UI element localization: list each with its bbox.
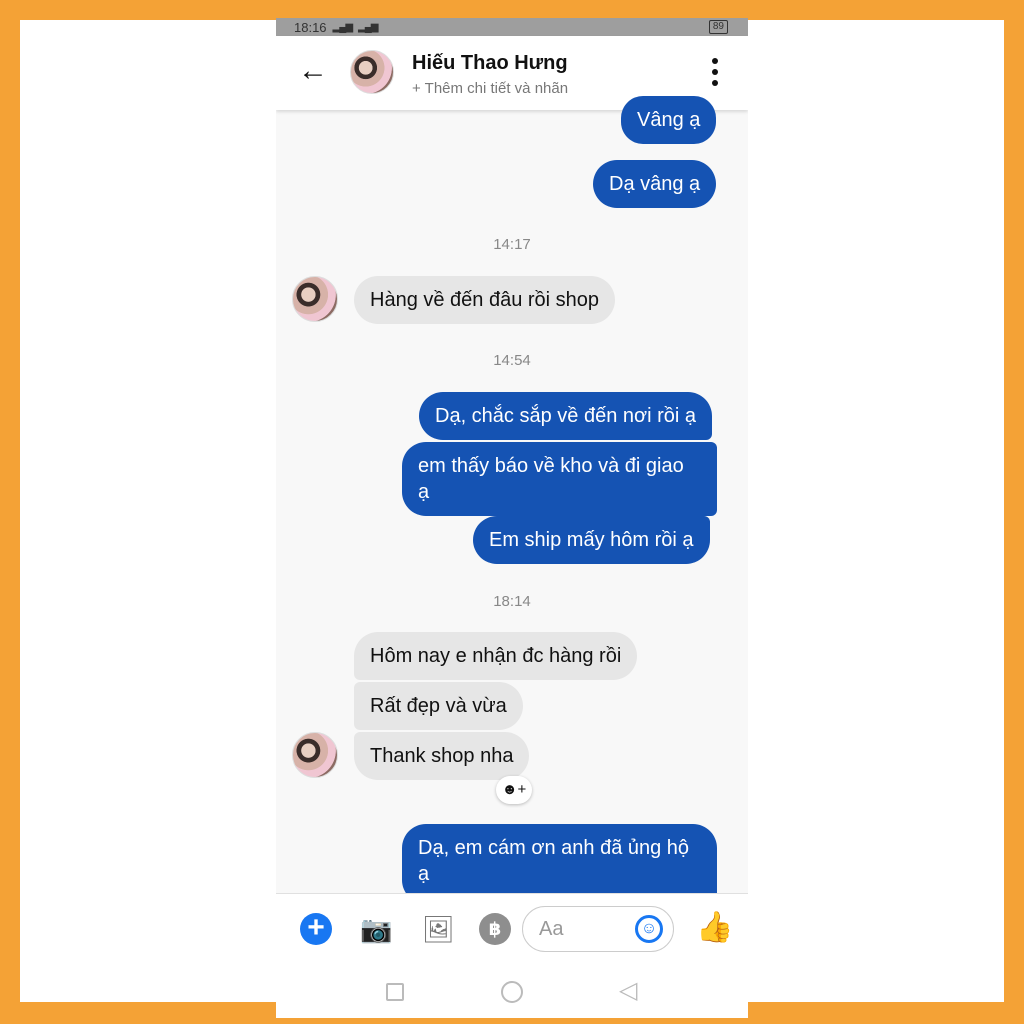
message-line: ạ [418,481,430,503]
payment-icon[interactable]: ฿ [479,913,511,945]
message-incoming[interactable]: Rất đẹp và vừa [354,682,523,730]
sender-avatar[interactable] [292,276,338,322]
thumbs-up-icon[interactable]: 👍 [696,910,733,945]
back-arrow-icon[interactable]: ← [298,54,328,88]
contact-name[interactable]: Hiếu Thao Hưng [412,52,568,75]
phone-screen: 18:16 ▂▄▆ ▂▄▆ 89 ← Hiếu Thao Hưng + Thêm… [276,18,748,1018]
message-outgoing[interactable]: em thấy báo về kho và đi giao ạ [402,442,717,516]
message-outgoing[interactable]: Em ship mấy hôm rồi ạ [473,516,710,564]
signal-icon: ▂▄▆ [332,21,353,33]
message-incoming[interactable]: Hàng về đến đâu rồi shop [354,276,616,324]
plus-icon[interactable]: + [300,913,332,945]
home-icon[interactable] [501,981,523,1003]
image-icon[interactable]: 🖼 [422,913,455,945]
message-composer: + 📷 🖼 ฿ Aa ☺ 👍 [276,893,748,963]
signal-icon-2: ▂▄▆ [358,21,378,33]
more-options-icon[interactable] [712,58,718,91]
message-line: ạ [418,863,430,885]
back-triangle-icon[interactable]: ◁ [619,978,637,1004]
message-line: Dạ, em cám ơn anh đã ủng hộ [418,837,690,859]
status-bar: 18:16 ▂▄▆ ▂▄▆ 89 [276,18,748,36]
timestamp: 14:17 [493,236,531,253]
message-outgoing[interactable]: Vâng ạ [621,96,717,144]
add-details-link[interactable]: + Thêm chi tiết và nhãn [412,80,568,97]
message-outgoing[interactable]: Dạ, em cám ơn anh đã ủng hộ ạ [402,824,717,904]
sender-avatar[interactable] [292,732,338,778]
status-time: 18:16 [294,19,327,35]
message-placeholder: Aa [539,918,564,940]
emoji-icon[interactable]: ☺ [635,915,663,943]
message-outgoing[interactable]: Dạ vâng ạ [593,160,717,208]
add-reaction-icon[interactable]: ☻+ [496,776,532,804]
contact-avatar[interactable] [350,50,394,94]
message-incoming[interactable]: Hôm nay e nhận đc hàng rồi [354,632,638,680]
android-nav-bar: ◁ [276,963,748,1018]
message-input[interactable]: Aa ☺ [522,906,674,952]
recents-icon[interactable] [386,983,404,1001]
camera-icon[interactable]: 📷 [360,913,392,945]
message-outgoing[interactable]: Dạ, chắc sắp về đến nơi rồi ạ [419,392,713,440]
message-incoming[interactable]: Thank shop nha [354,732,530,780]
timestamp: 14:54 [493,352,531,369]
message-line: em thấy báo về kho và đi giao [418,455,684,477]
timestamp: 18:14 [493,593,531,610]
battery-icon: 89 [708,20,728,34]
